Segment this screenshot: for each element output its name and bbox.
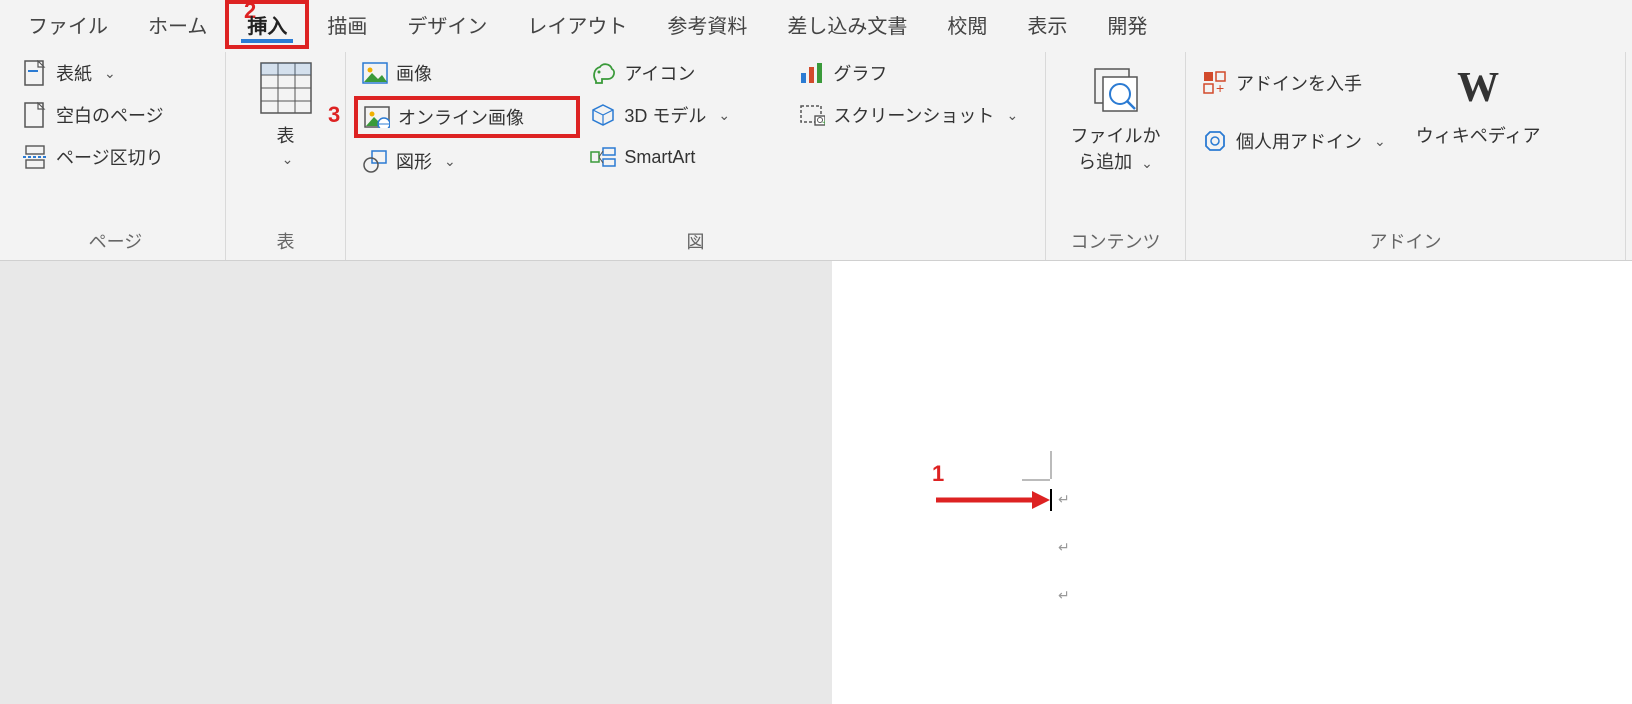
3d-models-label: 3D モデル — [624, 102, 706, 128]
group-content: ファイルから追加 ⌄ コンテンツ — [1046, 52, 1186, 260]
smartart-label: SmartArt — [624, 147, 695, 168]
paragraph-mark-icon: ↵ — [1058, 587, 1070, 604]
shapes-icon — [362, 148, 388, 174]
tab-home[interactable]: ホーム — [128, 2, 227, 47]
shapes-button[interactable]: 図形 ⌄ — [356, 144, 578, 178]
3d-models-button[interactable]: 3D モデル ⌄ — [584, 98, 787, 132]
margin-guide-v — [1050, 451, 1052, 479]
annotation-arrow-icon — [932, 485, 1052, 515]
chevron-down-icon: ⌄ — [282, 151, 294, 167]
shapes-label: 図形 — [396, 148, 432, 174]
tab-insert[interactable]: 挿入 — [227, 2, 307, 47]
wikipedia-icon: W — [1450, 60, 1506, 116]
page-break-label: ページ区切り — [56, 144, 164, 170]
cover-page-icon — [22, 60, 48, 86]
blank-page-button[interactable]: 空白のページ — [16, 98, 170, 132]
chevron-down-icon: ⌄ — [1141, 155, 1153, 171]
reuse-files-label: ファイルから追加 ⌄ — [1064, 122, 1167, 174]
get-addins-label: アドインを入手 — [1236, 70, 1362, 96]
pictures-button[interactable]: 画像 — [356, 56, 578, 90]
cover-page-label: 表紙 — [56, 60, 92, 86]
paragraph-mark-icon: ↵ — [1058, 491, 1070, 508]
page-break-icon — [22, 144, 48, 170]
cover-page-button[interactable]: 表紙 ⌄ — [16, 56, 170, 90]
get-addins-button[interactable]: + アドインを入手 — [1196, 66, 1392, 100]
online-pictures-label: オンライン画像 — [398, 104, 524, 130]
svg-text:+: + — [1216, 80, 1224, 96]
group-illustrations: 画像 オンライン画像 図形 ⌄ — [346, 52, 1046, 260]
pictures-icon — [362, 60, 388, 86]
tab-design[interactable]: デザイン — [387, 2, 507, 47]
screenshot-icon: + — [799, 102, 825, 128]
tab-file[interactable]: ファイル — [8, 2, 128, 47]
document-page[interactable]: ↵ ↵ ↵ — [1050, 479, 1450, 704]
group-tables: 表⌄ 表 — [226, 52, 346, 260]
my-addins-button[interactable]: 個人用アドイン ⌄ — [1196, 124, 1392, 158]
screenshot-button[interactable]: + スクリーンショット ⌄ — [793, 98, 1035, 132]
document-page-area[interactable]: ↵ ↵ ↵ 1 — [832, 261, 1632, 704]
icons-button[interactable]: アイコン — [584, 56, 787, 90]
table-icon — [258, 60, 314, 116]
online-pictures-button[interactable]: オンライン画像 — [356, 98, 578, 136]
group-tables-label: 表 — [236, 222, 335, 254]
group-illustrations-label: 図 — [356, 222, 1035, 254]
group-content-label: コンテンツ — [1056, 222, 1175, 254]
chart-label: グラフ — [833, 60, 887, 86]
workspace: ↵ ↵ ↵ 1 — [0, 261, 1632, 704]
tab-mailings[interactable]: 差し込み文書 — [767, 2, 927, 47]
annotation-1: 1 — [932, 461, 944, 487]
my-addins-label: 個人用アドイン — [1236, 128, 1362, 154]
tab-developer[interactable]: 開発 — [1087, 2, 1167, 47]
chevron-down-icon: ⌄ — [104, 65, 116, 82]
smartart-button[interactable]: SmartArt — [584, 140, 787, 174]
icons-label: アイコン — [624, 60, 695, 86]
svg-text:+: + — [822, 118, 825, 126]
pictures-label: 画像 — [396, 60, 432, 86]
chevron-down-icon: ⌄ — [1374, 133, 1386, 150]
group-pages: 表紙 ⌄ 空白のページ ページ区切り — [6, 52, 226, 260]
page-break-button[interactable]: ページ区切り — [16, 140, 170, 174]
paragraph-mark-icon: ↵ — [1058, 539, 1070, 556]
get-addins-icon: + — [1202, 70, 1228, 96]
icons-icon — [590, 60, 616, 86]
reuse-files-button[interactable]: ファイルから追加 ⌄ — [1056, 56, 1175, 178]
chart-button[interactable]: グラフ — [793, 56, 1035, 90]
wikipedia-button[interactable]: W ウィキペディア — [1408, 56, 1549, 152]
blank-page-icon — [22, 102, 48, 128]
chevron-down-icon: ⌄ — [718, 107, 730, 124]
ribbon: ファイル ホーム 2 挿入 描画 デザイン レイアウト 参考資料 差し込み文書 … — [0, 0, 1632, 261]
tab-references[interactable]: 参考資料 — [647, 2, 767, 47]
tab-draw[interactable]: 描画 — [307, 2, 387, 47]
online-pictures-icon — [364, 104, 390, 130]
tab-view[interactable]: 表示 — [1007, 2, 1087, 47]
table-label: 表⌄ — [277, 122, 295, 169]
reuse-files-icon — [1088, 60, 1144, 116]
ribbon-tabs: ファイル ホーム 2 挿入 描画 デザイン レイアウト 参考資料 差し込み文書 … — [0, 0, 1632, 48]
table-button[interactable]: 表⌄ — [246, 56, 326, 173]
tab-layout[interactable]: レイアウト — [507, 2, 647, 47]
smartart-icon — [590, 144, 616, 170]
chart-icon — [799, 60, 825, 86]
margin-guide-h — [1022, 479, 1050, 481]
ribbon-body: 表紙 ⌄ 空白のページ ページ区切り — [0, 48, 1632, 260]
document-background — [0, 261, 832, 704]
group-addins-label: アドイン — [1196, 222, 1615, 254]
blank-page-label: 空白のページ — [56, 102, 164, 128]
screenshot-label: スクリーンショット — [833, 102, 994, 128]
group-pages-label: ページ — [16, 222, 215, 254]
tab-review[interactable]: 校閲 — [927, 2, 1007, 47]
group-addins: + アドインを入手 個人用アドイン ⌄ W ウィキペディア — [1186, 52, 1626, 260]
my-addins-icon — [1202, 128, 1228, 154]
wikipedia-label: ウィキペディア — [1416, 122, 1541, 148]
3d-models-icon — [590, 102, 616, 128]
chevron-down-icon: ⌄ — [1006, 107, 1018, 124]
chevron-down-icon: ⌄ — [444, 153, 456, 170]
